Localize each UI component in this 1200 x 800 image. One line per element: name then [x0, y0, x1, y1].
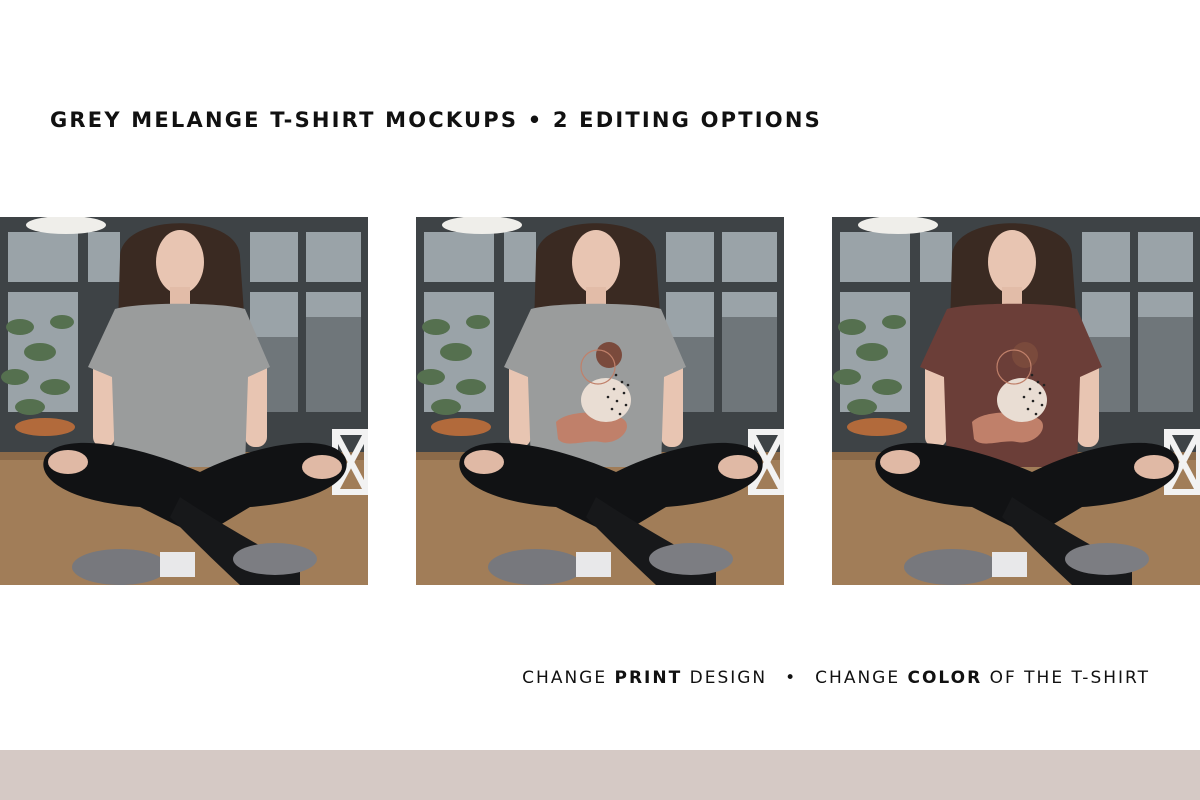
caption-separator: •: [785, 668, 798, 688]
mockup-scene-illustration: [416, 217, 784, 585]
caption-print-option: CHANGE PRINT DESIGN: [522, 668, 768, 688]
page-title: GREY MELANGE T-SHIRT MOCKUPS • 2 EDITING…: [50, 108, 822, 132]
footer-band: [0, 750, 1200, 800]
mockup-photo-blank-grey: [0, 217, 368, 585]
mockup-scene-illustration: [0, 217, 368, 585]
editing-options-caption: CHANGE PRINT DESIGN • CHANGE COLOR OF THE …: [522, 668, 1150, 688]
mockup-photo-grey-print: [416, 217, 784, 585]
mockup-scene-illustration: [832, 217, 1200, 585]
mockup-photo-color-print: [832, 217, 1200, 585]
caption-color-option: CHANGE COLOR OF THE T-SHIRT: [815, 668, 1150, 688]
